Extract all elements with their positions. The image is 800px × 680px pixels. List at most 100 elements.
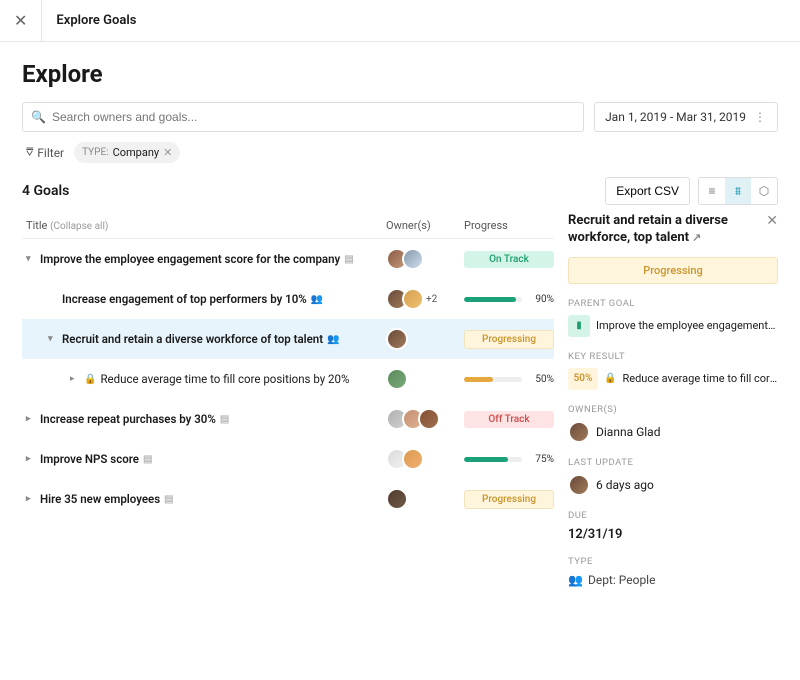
search-icon: 🔍 xyxy=(31,110,46,124)
goal-row[interactable]: ▾ Improve the employee engagement score f… xyxy=(22,239,554,279)
detail-panel: ✕ Recruit and retain a diverse workforce… xyxy=(568,213,778,601)
view-toggle: ≡ ⩩ ⬡ xyxy=(698,177,778,205)
kebab-icon[interactable]: ⋮ xyxy=(754,110,767,124)
avatar[interactable] xyxy=(418,408,440,430)
owners-more[interactable]: +2 xyxy=(426,294,437,305)
progress-bar xyxy=(464,457,522,462)
key-result-link[interactable]: 50% 🔒 Reduce average time to fill core p… xyxy=(568,368,778,390)
progress-bar xyxy=(464,377,522,382)
progress-cell: Progressing xyxy=(464,490,554,509)
goal-title: Increase repeat purchases by 30% xyxy=(40,412,216,426)
goal-title: Reduce average time to fill core positio… xyxy=(100,372,349,386)
caret-icon[interactable]: ▸ xyxy=(26,454,36,464)
caret-icon[interactable]: ▾ xyxy=(26,254,36,264)
owners-cell xyxy=(386,448,464,470)
status-pill: Progressing xyxy=(464,490,554,509)
caret-icon[interactable]: ▾ xyxy=(48,334,58,344)
page-title: Explore Goals xyxy=(56,13,136,28)
people-icon: 👥 xyxy=(327,334,339,345)
close-icon[interactable]: ✕ xyxy=(14,0,42,42)
goal-row[interactable]: ▸ 🔒 Reduce average time to fill core posit… xyxy=(22,359,554,399)
goal-title: Recruit and retain a diverse workforce o… xyxy=(62,332,323,346)
avatar[interactable] xyxy=(402,248,424,270)
goal-row[interactable]: ▸ Hire 35 new employees ▤ Progressing xyxy=(22,479,554,519)
avatar[interactable] xyxy=(386,368,408,390)
owners-cell xyxy=(386,328,464,350)
caret-icon[interactable]: ▸ xyxy=(26,414,36,424)
detail-title: Recruit and retain a diverse workforce, … xyxy=(568,213,778,247)
key-result-label: KEY RESULT xyxy=(568,351,778,362)
progress-bar xyxy=(464,297,522,302)
avatar[interactable] xyxy=(386,328,408,350)
col-owners: Owner(s) xyxy=(386,219,464,232)
view-org-icon[interactable]: ⬡ xyxy=(751,178,777,204)
goal-row[interactable]: ▸ Improve NPS score ▤ 75% xyxy=(22,439,554,479)
view-list-icon[interactable]: ≡ xyxy=(699,178,725,204)
progress-cell: Progressing xyxy=(464,330,554,349)
status-pill: Progressing xyxy=(464,330,554,349)
status-pill: On Track xyxy=(464,251,554,268)
due-value: 12/31/19 xyxy=(568,527,778,542)
filter-icon: ⩢ xyxy=(26,145,33,160)
due-label: DUE xyxy=(568,510,778,521)
detail-status-pill: Progressing xyxy=(568,257,778,284)
progress-cell: Off Track xyxy=(464,411,554,428)
goal-title: Improve the employee engagement score fo… xyxy=(40,252,340,266)
avatar[interactable] xyxy=(386,488,408,510)
chart-icon: ▮ xyxy=(568,315,590,337)
date-range-picker[interactable]: Jan 1, 2019 - Mar 31, 2019 ⋮ xyxy=(594,102,778,132)
heading: Explore xyxy=(22,60,778,88)
progress-cell: 90% xyxy=(464,294,554,305)
filter-chip-type[interactable]: TYPE: Company ✕ xyxy=(74,142,180,163)
progress-pct: 75% xyxy=(528,454,554,465)
progress-cell: 75% xyxy=(464,454,554,465)
filter-button[interactable]: ⩢ Filter xyxy=(26,145,64,160)
external-link-icon[interactable]: ↗ xyxy=(692,231,701,244)
goals-table: Title (Collapse all) Owner(s) Progress ▾… xyxy=(22,213,554,601)
view-tree-icon[interactable]: ⩩ xyxy=(725,178,751,204)
avatar xyxy=(568,421,590,443)
goal-row[interactable]: Increase engagement of top performers by… xyxy=(22,279,554,319)
owners-cell xyxy=(386,248,464,270)
owners-cell xyxy=(386,488,464,510)
collapse-all-link[interactable]: (Collapse all) xyxy=(50,221,108,232)
key-result-pct: 50% xyxy=(568,368,598,390)
doc-icon: ▤ xyxy=(220,414,229,425)
people-icon: 👥 xyxy=(568,573,583,587)
doc-icon: ▤ xyxy=(143,454,152,465)
goals-count: 4 Goals xyxy=(22,183,69,199)
progress-pct: 50% xyxy=(528,374,554,385)
type-label: TYPE xyxy=(568,556,778,567)
col-title: Title xyxy=(26,219,47,232)
caret-icon[interactable]: ▸ xyxy=(26,494,36,504)
caret-icon[interactable]: ▸ xyxy=(70,374,80,384)
avatar[interactable] xyxy=(402,448,424,470)
owners-cell xyxy=(386,408,464,430)
search-input[interactable] xyxy=(52,110,575,124)
owners-cell: +2 xyxy=(386,288,464,310)
progress-pct: 90% xyxy=(528,294,554,305)
lock-icon: 🔒 xyxy=(604,373,616,384)
goal-title: Hire 35 new employees xyxy=(40,492,160,506)
col-progress: Progress xyxy=(464,219,554,232)
avatar xyxy=(568,474,590,496)
last-update-label: LAST UPDATE xyxy=(568,457,778,468)
people-icon: 👥 xyxy=(311,294,323,305)
goal-row[interactable]: ▾ Recruit and retain a diverse workforce … xyxy=(22,319,554,359)
owner-row[interactable]: Dianna Glad xyxy=(568,421,778,443)
search-input-wrap[interactable]: 🔍 xyxy=(22,102,584,132)
chip-remove-icon[interactable]: ✕ xyxy=(163,146,172,159)
lock-icon: 🔒 xyxy=(84,374,96,385)
progress-cell: 50% xyxy=(464,374,554,385)
export-csv-button[interactable]: Export CSV xyxy=(605,177,690,205)
parent-goal-link[interactable]: ▮ Improve the employee engagement sco... xyxy=(568,315,778,337)
doc-icon: ▤ xyxy=(164,494,173,505)
goal-title: Improve NPS score xyxy=(40,452,139,466)
doc-icon: ▤ xyxy=(344,254,353,265)
avatar[interactable] xyxy=(402,288,424,310)
panel-close-icon[interactable]: ✕ xyxy=(766,213,778,229)
owners-cell xyxy=(386,368,464,390)
goal-row[interactable]: ▸ Increase repeat purchases by 30% ▤ Off Tr… xyxy=(22,399,554,439)
parent-goal-label: PARENT GOAL xyxy=(568,298,778,309)
type-value: 👥 Dept: People xyxy=(568,573,778,587)
